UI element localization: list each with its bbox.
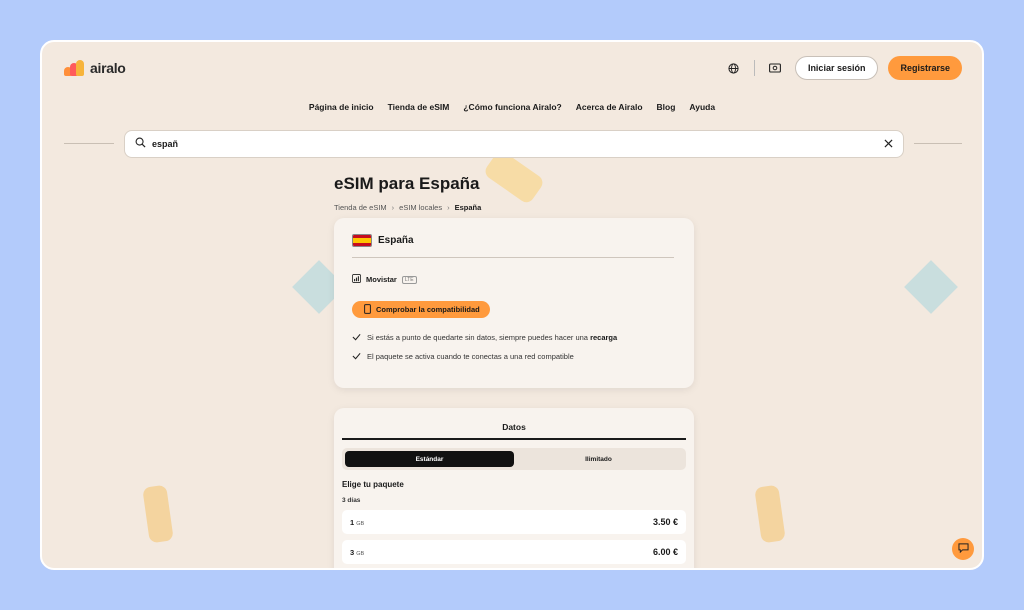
currency-icon[interactable]	[765, 58, 785, 78]
search-bar	[124, 130, 904, 158]
decorative-shape	[142, 484, 174, 544]
globe-icon[interactable]	[724, 58, 744, 78]
main-nav: Página de inicio Tienda de eSIM ¿Cómo fu…	[42, 102, 982, 112]
search-icon	[135, 135, 146, 153]
network-info: Movistar LTE	[352, 274, 676, 285]
phone-icon	[364, 303, 371, 316]
divider	[914, 143, 962, 144]
airalo-logo[interactable]: airalo	[64, 60, 126, 76]
plan-option[interactable]: 1 GB 3.50 €	[342, 510, 686, 534]
network-name: Movistar	[366, 275, 397, 284]
list-item: Si estás a punto de quedarte sin datos, …	[352, 333, 676, 343]
check-icon	[352, 333, 361, 343]
nav-item-blog[interactable]: Blog	[657, 102, 676, 112]
close-icon[interactable]	[884, 135, 893, 153]
header-actions: Iniciar sesión Registrarse	[724, 56, 962, 80]
plan-option[interactable]: 3 GB 6.00 €	[342, 540, 686, 564]
logo-mark-icon	[64, 60, 86, 76]
divider	[753, 60, 755, 76]
compat-button-label: Comprobar la compatibilidad	[376, 305, 480, 314]
login-button[interactable]: Iniciar sesión	[794, 56, 879, 80]
nav-item-esim-store[interactable]: Tienda de eSIM	[388, 102, 450, 112]
check-compatibility-button[interactable]: Comprobar la compatibilidad	[352, 301, 490, 318]
tab-data[interactable]: Datos	[342, 418, 686, 440]
browser-frame: airalo Iniciar sesión Registrarse Página…	[40, 40, 984, 570]
duration-label: 3 días	[342, 497, 361, 504]
plans-card: Datos Estándar Ilimitado Elige tu paquet…	[334, 408, 694, 568]
plans-heading: Elige tu paquete	[342, 480, 404, 489]
breadcrumb-item[interactable]: Tienda de eSIM	[334, 203, 387, 212]
signal-icon	[352, 274, 361, 285]
network-tech-badge: LTE	[401, 275, 417, 284]
country-card: España Movistar LTE Comprobar la compati…	[334, 218, 694, 388]
plan-price: 3.50 €	[652, 517, 678, 527]
nav-item-about[interactable]: Acerca de Airalo	[576, 102, 643, 112]
nav-item-how-it-works[interactable]: ¿Cómo funciona Airalo?	[463, 102, 561, 112]
topup-link[interactable]: recarga	[590, 333, 617, 342]
chat-icon	[957, 540, 969, 558]
segment-unlimited[interactable]: Ilimitado	[514, 451, 683, 467]
info-list: Si estás a punto de quedarte sin datos, …	[352, 333, 676, 362]
spain-flag-icon	[352, 234, 372, 247]
segment-standard[interactable]: Estándar	[345, 451, 514, 467]
check-icon	[352, 352, 361, 362]
plan-size: 3 GB	[350, 547, 365, 557]
search-input[interactable]	[152, 139, 878, 149]
country-header: España	[352, 234, 674, 258]
decorative-shape	[754, 484, 786, 544]
nav-item-help[interactable]: Ayuda	[689, 102, 715, 112]
divider	[64, 143, 114, 144]
plan-price: 6.00 €	[652, 547, 678, 557]
plan-type-toggle: Estándar Ilimitado	[342, 448, 686, 470]
register-button[interactable]: Registrarse	[888, 56, 962, 80]
chevron-right-icon: ›	[391, 203, 395, 212]
decorative-shape	[904, 260, 958, 314]
breadcrumb-item[interactable]: eSIM locales	[399, 203, 442, 212]
list-item-text: Si estás a punto de quedarte sin datos, …	[367, 333, 618, 342]
list-item: El paquete se activa cuando te conectas …	[352, 352, 676, 362]
chat-button[interactable]	[952, 538, 974, 560]
nav-item-home[interactable]: Página de inicio	[309, 102, 374, 112]
logo-text: airalo	[90, 60, 126, 76]
country-name: España	[378, 235, 414, 246]
list-item-text: El paquete se activa cuando te conectas …	[367, 352, 574, 361]
chevron-right-icon: ›	[447, 203, 450, 212]
page-title: eSIM para España	[334, 174, 480, 193]
breadcrumb: Tienda de eSIM › eSIM locales › España	[334, 203, 481, 212]
breadcrumb-current: España	[454, 203, 482, 212]
plan-size: 1 GB	[350, 517, 365, 527]
